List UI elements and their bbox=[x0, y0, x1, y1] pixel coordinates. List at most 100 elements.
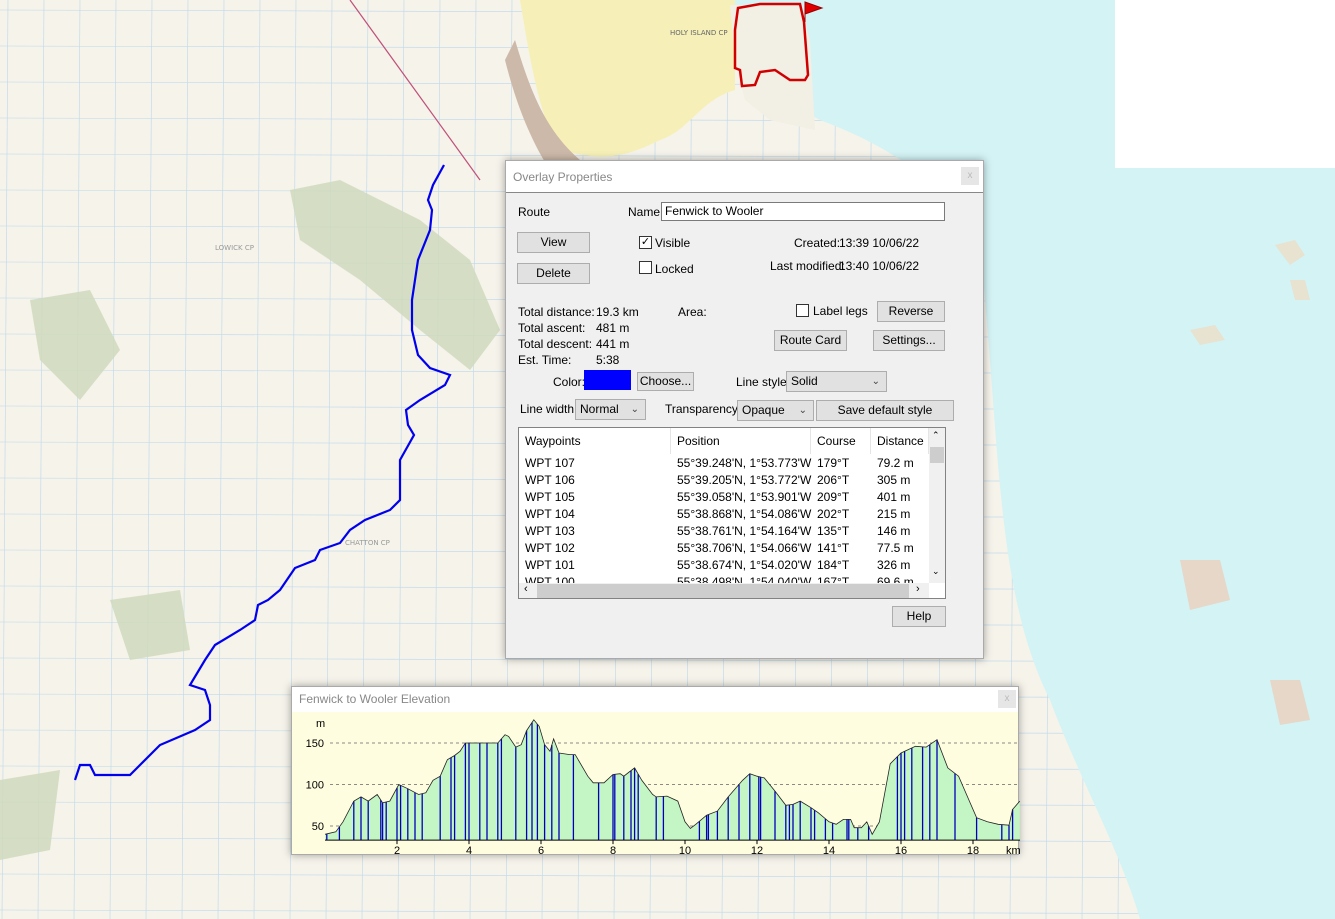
chevron-down-icon: ⌄ bbox=[798, 405, 807, 416]
waypoint-name: WPT 105 bbox=[525, 490, 575, 504]
reverse-button[interactable]: Reverse bbox=[877, 301, 945, 322]
line-style-select[interactable]: Solid ⌄ bbox=[786, 371, 887, 392]
chevron-down-icon: ⌄ bbox=[630, 404, 639, 415]
x-tick-label: 6 bbox=[538, 845, 544, 856]
created-label: Created: bbox=[794, 236, 841, 250]
delete-button[interactable]: Delete bbox=[517, 263, 590, 284]
waypoint-course: 179°T bbox=[817, 456, 850, 470]
line-style-value: Solid bbox=[791, 374, 818, 388]
map-label-chatton: CHATTON CP bbox=[345, 539, 390, 547]
vertical-scroll-thumb[interactable] bbox=[930, 447, 944, 463]
waypoint-name: WPT 107 bbox=[525, 456, 575, 470]
waypoint-distance: 326 m bbox=[877, 558, 911, 572]
total-ascent-label: Total ascent: bbox=[518, 321, 586, 335]
x-tick-label: 18 bbox=[967, 845, 979, 856]
waypoint-course: 209°T bbox=[817, 490, 850, 504]
elevation-chart[interactable]: 50 100 150 m 2 4 6 8 10 12 14 16 18 km bbox=[292, 712, 1020, 856]
x-tick-label: 16 bbox=[895, 845, 907, 856]
waypoint-course: 184°T bbox=[817, 558, 850, 572]
x-tick-label: 14 bbox=[823, 845, 835, 856]
waypoints-table[interactable]: Waypoints Position Course Distance WPT 1… bbox=[518, 427, 946, 599]
overlay-properties-dialog: Overlay Properties x Route Name Fenwick … bbox=[505, 160, 984, 659]
table-row[interactable]: WPT 104 55°38.868'N, 1°54.086'W 202°T 215 m bbox=[519, 506, 929, 523]
waypoint-distance: 79.2 m bbox=[877, 456, 914, 470]
total-distance-label: Total distance: bbox=[518, 305, 595, 319]
total-distance-value: 19.3 km bbox=[596, 305, 639, 319]
unloaded-map-tile bbox=[1115, 0, 1335, 168]
est-time-label: Est. Time: bbox=[518, 353, 572, 367]
save-default-style-button[interactable]: Save default style bbox=[816, 400, 954, 421]
waypoint-position: 55°38.868'N, 1°54.086'W bbox=[677, 507, 812, 521]
waypoint-course: 206°T bbox=[817, 473, 850, 487]
label-legs-checkbox[interactable] bbox=[796, 304, 809, 317]
line-width-select[interactable]: Normal ⌄ bbox=[575, 399, 646, 420]
name-label: Name bbox=[628, 205, 661, 219]
waypoint-distance: 305 m bbox=[877, 473, 911, 487]
chevron-down-icon: ⌄ bbox=[871, 376, 880, 387]
waypoint-course: 141°T bbox=[817, 541, 850, 555]
waypoint-name: WPT 102 bbox=[525, 541, 575, 555]
table-row[interactable]: WPT 105 55°39.058'N, 1°53.901'W 209°T 401 m bbox=[519, 489, 929, 506]
y-tick-label: 150 bbox=[306, 738, 324, 750]
elevation-titlebar[interactable]: Fenwick to Wooler Elevation x bbox=[292, 687, 1018, 712]
column-header-position[interactable]: Position bbox=[671, 428, 811, 454]
created-value: 13:39 10/06/22 bbox=[839, 236, 920, 250]
scroll-left-icon[interactable]: ‹ bbox=[524, 583, 528, 595]
waypoint-position: 55°39.058'N, 1°53.901'W bbox=[677, 490, 812, 504]
horizontal-scrollbar[interactable]: ‹ › bbox=[519, 583, 929, 598]
x-tick-label: 8 bbox=[610, 845, 616, 856]
view-button[interactable]: View bbox=[517, 232, 590, 253]
waypoint-name: WPT 103 bbox=[525, 524, 575, 538]
transparency-label: Transparency: bbox=[665, 402, 742, 416]
scroll-down-icon[interactable]: ⌄ bbox=[932, 566, 940, 577]
waypoint-distance: 77.5 m bbox=[877, 541, 914, 555]
visible-checkbox[interactable]: ✓ bbox=[639, 236, 652, 249]
choose-color-button[interactable]: Choose... bbox=[637, 372, 694, 391]
total-descent-value: 441 m bbox=[596, 337, 630, 351]
table-row[interactable]: WPT 102 55°38.706'N, 1°54.066'W 141°T 77.5 … bbox=[519, 540, 929, 557]
dialog-titlebar[interactable]: Overlay Properties x bbox=[506, 161, 983, 193]
elevation-close-button[interactable]: x bbox=[998, 690, 1016, 708]
x-tick-label: 12 bbox=[751, 845, 763, 856]
scroll-up-icon[interactable]: ⌃ bbox=[932, 430, 940, 441]
table-row[interactable]: WPT 103 55°38.761'N, 1°54.164'W 135°T 146 m bbox=[519, 523, 929, 540]
locked-checkbox[interactable] bbox=[639, 261, 652, 274]
column-header-waypoints[interactable]: Waypoints bbox=[519, 428, 671, 454]
locked-label: Locked bbox=[655, 262, 694, 276]
elevation-title: Fenwick to Wooler Elevation bbox=[299, 692, 451, 706]
horizontal-scroll-thumb[interactable] bbox=[537, 584, 909, 598]
modified-label: Last modified: bbox=[770, 259, 845, 273]
settings-button[interactable]: Settings... bbox=[873, 330, 945, 351]
waypoint-position: 55°38.674'N, 1°54.020'W bbox=[677, 558, 812, 572]
modified-value: 13:40 10/06/22 bbox=[839, 259, 920, 273]
name-input[interactable]: Fenwick to Wooler bbox=[661, 202, 945, 221]
line-width-label: Line width: bbox=[520, 402, 578, 416]
waypoint-position: 55°39.205'N, 1°53.772'W bbox=[677, 473, 812, 487]
map-label-holy-island: HOLY ISLAND CP bbox=[670, 29, 728, 37]
waypoint-course: 135°T bbox=[817, 524, 850, 538]
vertical-scrollbar[interactable]: ⌃ ⌄ bbox=[929, 428, 945, 583]
label-legs-label: Label legs bbox=[813, 304, 868, 318]
scroll-right-icon[interactable]: › bbox=[916, 583, 920, 595]
help-button[interactable]: Help bbox=[892, 606, 946, 627]
total-ascent-value: 481 m bbox=[596, 321, 630, 335]
table-row[interactable]: WPT 101 55°38.674'N, 1°54.020'W 184°T 326 m bbox=[519, 557, 929, 574]
dialog-title: Overlay Properties bbox=[513, 170, 613, 184]
table-row[interactable]: WPT 107 55°39.248'N, 1°53.773'W 179°T 79.2 … bbox=[519, 455, 929, 472]
column-header-distance[interactable]: Distance bbox=[871, 428, 929, 454]
transparency-select[interactable]: Opaque ⌄ bbox=[737, 400, 814, 421]
waypoint-name: WPT 101 bbox=[525, 558, 575, 572]
route-card-button[interactable]: Route Card bbox=[774, 330, 847, 351]
visible-label: Visible bbox=[655, 236, 691, 250]
close-button[interactable]: x bbox=[961, 167, 979, 185]
x-tick-label: 2 bbox=[394, 845, 400, 856]
color-swatch[interactable] bbox=[584, 370, 631, 390]
x-axis-label: km bbox=[1006, 845, 1020, 856]
line-style-label: Line style: bbox=[736, 375, 791, 389]
table-row[interactable]: WPT 106 55°39.205'N, 1°53.772'W 206°T 305 m bbox=[519, 472, 929, 489]
waypoint-distance: 215 m bbox=[877, 507, 911, 521]
color-label: Color: bbox=[553, 375, 586, 389]
est-time-value: 5:38 bbox=[596, 353, 620, 367]
column-header-course[interactable]: Course bbox=[811, 428, 871, 454]
waypoint-distance: 146 m bbox=[877, 524, 911, 538]
